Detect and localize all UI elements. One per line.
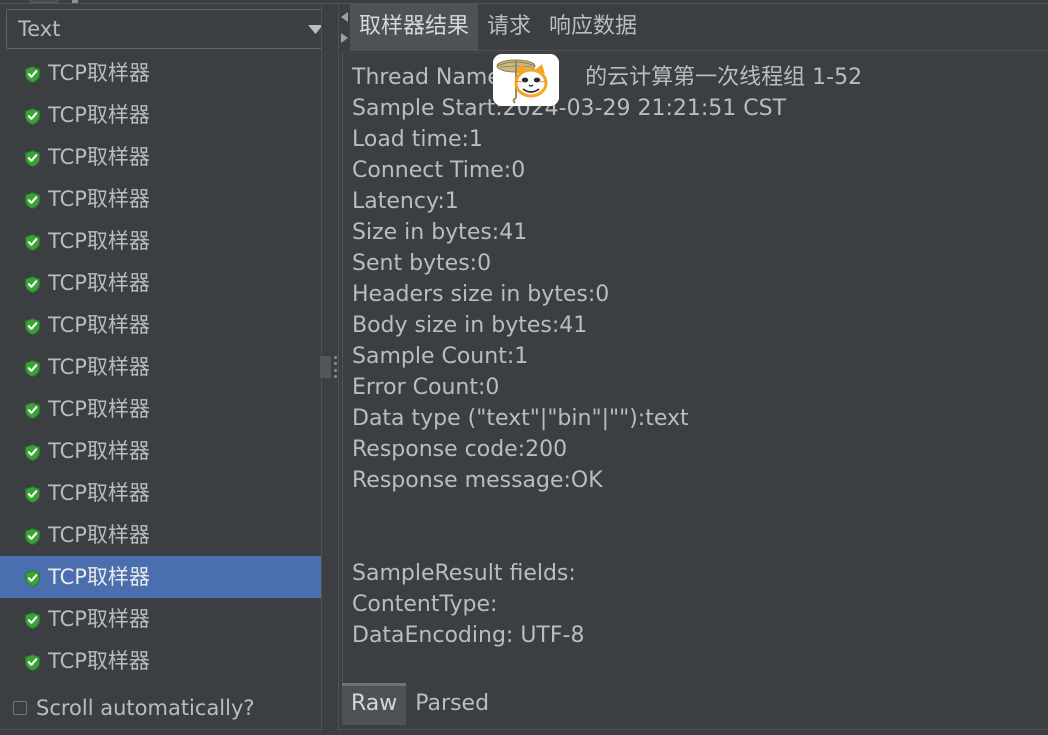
tree-row[interactable]: TCP取样器 <box>0 556 321 598</box>
result-line: Latency:1 <box>352 189 459 214</box>
result-line: Load time:1 <box>352 127 483 152</box>
tree-row-label: TCP取样器 <box>48 607 150 631</box>
tree-row-label: TCP取样器 <box>48 313 150 337</box>
shield-check-icon <box>24 569 41 587</box>
shield-check-icon <box>24 485 41 503</box>
tree-row-label: TCP取样器 <box>48 397 150 421</box>
shield-check-icon <box>24 191 41 209</box>
tree-row[interactable]: TCP取样器 <box>0 136 321 178</box>
tree-row[interactable]: TCP取样器 <box>0 514 321 556</box>
tree-row-label: TCP取样器 <box>48 61 150 85</box>
render-format-value: Text <box>18 17 61 41</box>
splitter-thumb[interactable] <box>320 356 331 378</box>
shield-check-icon <box>24 359 41 377</box>
checkbox-box-icon[interactable] <box>13 701 27 715</box>
shield-check-icon <box>24 317 41 335</box>
tree-row-label: TCP取样器 <box>48 271 150 295</box>
shield-check-icon <box>24 65 41 83</box>
cat-with-parasol-sticker-icon <box>493 54 559 106</box>
raw-parsed-tab[interactable]: Parsed <box>406 683 498 725</box>
tree-row[interactable]: TCP取样器 <box>0 262 321 304</box>
shield-check-icon <box>24 527 41 545</box>
panel-splitter[interactable] <box>320 4 339 735</box>
triangle-right-icon[interactable] <box>341 33 348 43</box>
result-line: Response code:200 <box>352 437 568 462</box>
result-line: DataEncoding: UTF-8 <box>352 623 585 648</box>
result-line <box>352 527 1048 558</box>
shield-check-icon <box>24 107 41 125</box>
result-line: Headers size in bytes:0 <box>352 282 610 307</box>
tree-row-label: TCP取样器 <box>48 481 150 505</box>
sampler-detail-panel: 取样器结果 请求 响应数据 Thread Name: 的云计算第一次线程组 1-52… <box>339 4 1048 735</box>
result-line: Sample Start:2024-03-29 21:21:51 CST <box>352 96 787 121</box>
clipped-button-fragment <box>30 0 58 3</box>
tree-row-label: TCP取样器 <box>48 103 150 127</box>
results-tree-panel: Text TCP取样器 TCP取样器 TCP取样器 TCP取样器 TCP取样器 TCP取样… <box>0 4 321 735</box>
shield-check-icon <box>24 611 41 629</box>
result-line: Body size in bytes:41 <box>352 313 588 338</box>
tree-row[interactable]: TCP取样器 <box>0 388 321 430</box>
shield-check-icon <box>24 275 41 293</box>
result-line: Size in bytes:41 <box>352 220 528 245</box>
triangle-left-icon[interactable] <box>341 12 348 22</box>
detail-tab[interactable]: 取样器结果 <box>350 4 479 50</box>
tree-row[interactable]: TCP取样器 <box>0 94 321 136</box>
tree-row-label: TCP取样器 <box>48 229 150 253</box>
vertical-dots-grip-icon[interactable] <box>334 356 337 378</box>
result-line: ContentType: <box>352 592 498 617</box>
tree-row[interactable]: TCP取样器 <box>0 52 321 94</box>
result-line: Data type ("text"|"bin"|""):text <box>352 406 689 431</box>
tree-row[interactable]: TCP取样器 <box>0 304 321 346</box>
result-line: Error Count:0 <box>352 375 500 400</box>
raw-parsed-tab[interactable]: Raw <box>342 683 407 725</box>
tree-row-label: TCP取样器 <box>48 187 150 211</box>
result-line: Response message:OK <box>352 468 603 493</box>
render-format-combobox[interactable]: Text <box>6 9 321 49</box>
shield-check-icon <box>24 233 41 251</box>
sampler-result-list[interactable]: TCP取样器 TCP取样器 TCP取样器 TCP取样器 TCP取样器 TCP取样器 TCP取… <box>0 52 321 687</box>
tree-row-label: TCP取样器 <box>48 649 150 673</box>
tree-row-label: TCP取样器 <box>48 523 150 547</box>
tree-row-label: TCP取样器 <box>48 439 150 463</box>
clipped-marker-fragment <box>72 0 78 3</box>
raw-parsed-tabstrip[interactable]: Raw Parsed <box>342 683 1048 725</box>
chevron-down-icon[interactable] <box>298 10 321 48</box>
sampler-result-textarea[interactable]: Thread Name: 的云计算第一次线程组 1-52 Sample Start… <box>342 52 1048 684</box>
tree-row[interactable]: TCP取样器 <box>0 598 321 640</box>
window-bottom-strip <box>0 730 1048 735</box>
shield-check-icon <box>24 149 41 167</box>
scroll-automatically-checkbox[interactable]: Scroll automatically? <box>0 691 321 725</box>
result-line: Thread Name: 的云计算第一次线程组 1-52 <box>352 65 863 90</box>
view-results-tree-window: Text TCP取样器 TCP取样器 TCP取样器 TCP取样器 TCP取样器 TCP取样… <box>0 0 1048 735</box>
result-lines: Thread Name: 的云计算第一次线程组 1-52 Sample Start… <box>343 53 1048 651</box>
tree-row[interactable]: TCP取样器 <box>0 346 321 388</box>
shield-check-icon <box>24 401 41 419</box>
tree-row[interactable]: TCP取样器 <box>0 640 321 682</box>
detail-tab[interactable]: 请求 <box>478 4 540 50</box>
result-line: Connect Time:0 <box>352 158 526 183</box>
tree-row[interactable]: TCP取样器 <box>0 220 321 262</box>
shield-check-icon <box>24 653 41 671</box>
result-line: SampleResult fields: <box>352 561 576 586</box>
detail-tab[interactable]: 响应数据 <box>540 4 646 50</box>
tab-scroll-buttons[interactable] <box>339 4 350 51</box>
scroll-automatically-label: Scroll automatically? <box>36 696 255 720</box>
shield-check-icon <box>24 443 41 461</box>
tree-row-label: TCP取样器 <box>48 565 150 589</box>
tree-row-label: TCP取样器 <box>48 355 150 379</box>
result-line: Sent bytes:0 <box>352 251 492 276</box>
detail-tabstrip[interactable]: 取样器结果 请求 响应数据 <box>350 4 1048 51</box>
tree-row[interactable]: TCP取样器 <box>0 430 321 472</box>
tree-row-label: TCP取样器 <box>48 145 150 169</box>
result-line <box>352 496 1048 527</box>
result-line: Sample Count:1 <box>352 344 529 369</box>
tree-row[interactable]: TCP取样器 <box>0 178 321 220</box>
tree-row[interactable]: TCP取样器 <box>0 472 321 514</box>
